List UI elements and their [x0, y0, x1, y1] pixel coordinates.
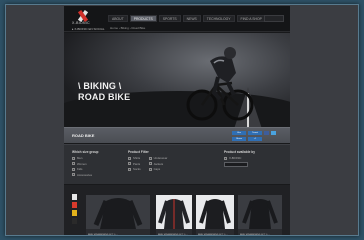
filter-head-product: Product Filter: [128, 150, 149, 154]
product-card[interactable]: BIKE SPHEREWIND JKT 1 › ◦: [156, 195, 192, 236]
option-label: Underwear: [153, 156, 168, 160]
product-grid: BIKE SPHEREWIND JKT 1 › ◦ BIKE SPHEREWIN…: [64, 185, 290, 236]
nav-item-sports[interactable]: SPORTS: [158, 15, 181, 22]
share-buttons: Like Tweet: [232, 131, 276, 135]
tweet-button[interactable]: Tweet: [248, 131, 262, 135]
filter-option[interactable]: Accessories: [72, 173, 98, 177]
filter-option[interactable]: Underwear: [148, 156, 168, 160]
product-caption: BIKE SPHEREWIND JKT 1 › ◦: [240, 234, 270, 236]
brand-name: X-BIONIC: [72, 21, 90, 25]
plus-one-button[interactable]: +1: [248, 137, 262, 141]
product-card[interactable]: BIKE SPHEREWIND JKT 1 › ◦: [86, 195, 150, 236]
like-button[interactable]: Like: [232, 131, 246, 135]
swatch-black[interactable]: [72, 218, 77, 224]
option-label: Accessories: [77, 172, 93, 177]
option-label: Kids: [77, 167, 83, 171]
checkbox[interactable]: [72, 156, 75, 160]
swatch-white[interactable]: [72, 194, 77, 200]
checkbox[interactable]: [72, 173, 75, 176]
hero-title-line2: ROAD BIKE: [78, 92, 131, 102]
filter-option[interactable]: Caps: [148, 167, 168, 171]
nav-item-products[interactable]: PRODUCTS: [129, 15, 157, 22]
category-bar: ROAD BIKE Like Tweet Share +1: [64, 127, 290, 143]
nav-item-news[interactable]: NEWS: [182, 15, 201, 22]
option-label: Women: [77, 161, 87, 166]
checkbox[interactable]: [128, 162, 131, 165]
jacket-image: [156, 195, 192, 229]
twitter-icon[interactable]: [271, 131, 276, 135]
social-link[interactable]: ▸ X-BIONIC EN SOCIAL: [72, 27, 105, 31]
filter-col-availability: Product available by X-BIONIC: [224, 150, 255, 167]
option-label: Caps: [153, 167, 161, 171]
checkbox[interactable]: [148, 167, 152, 171]
filter-option[interactable]: Shirts: [128, 156, 141, 160]
checkbox[interactable]: [128, 156, 131, 160]
share-buttons-row2: Share +1: [232, 137, 262, 141]
filter-head-availability: Product available by: [224, 150, 256, 154]
filter-panel: Which size group Men Women Kids Accessor…: [64, 144, 290, 184]
checkbox[interactable]: [72, 162, 75, 165]
checkbox[interactable]: [148, 156, 152, 160]
filter-col-product: Product Filter Shirts Pants Socks Underw…: [128, 150, 167, 173]
filter-option[interactable]: Kids: [72, 167, 98, 171]
nav-item-find-shop[interactable]: FIND A SHOP: [236, 15, 266, 22]
filter-option[interactable]: Socks: [128, 167, 141, 171]
brand-logo[interactable]: X-BIONIC: [72, 9, 102, 28]
filter-option[interactable]: Women: [72, 162, 98, 166]
product-card[interactable]: BIKE SPHEREWIND JKT 1 › ◦: [238, 195, 282, 236]
x-logo-icon: [75, 9, 93, 23]
jacket-image: [238, 195, 282, 229]
webpage: X-BIONIC ▸ X-BIONIC EN SOCIAL ABOUT PROD…: [64, 6, 290, 236]
availability-select[interactable]: [224, 162, 248, 167]
option-label: Men: [77, 156, 83, 160]
filter-option[interactable]: X-BIONIC: [224, 156, 255, 160]
cyclist-image: [186, 47, 254, 121]
swatch-red[interactable]: [72, 202, 77, 208]
screen-frame: X-BIONIC ▸ X-BIONIC EN SOCIAL ABOUT PROD…: [5, 4, 359, 236]
nav-item-technology[interactable]: TECHNOLOGY: [202, 15, 235, 22]
hero-banner: \ BIKING \ ROAD BIKE: [64, 33, 290, 127]
filter-head-size: Which size group: [72, 150, 99, 154]
option-label: Shirts: [133, 156, 141, 160]
checkbox[interactable]: [148, 162, 152, 165]
product-card[interactable]: BIKE SPHEREWIND JKT 1 › ◦: [196, 195, 234, 236]
nav-item-about[interactable]: ABOUT: [108, 15, 128, 22]
top-bar: X-BIONIC ▸ X-BIONIC EN SOCIAL ABOUT PROD…: [64, 6, 290, 32]
product-caption: BIKE SPHEREWIND JKT 1 › ◦: [158, 234, 188, 236]
filter-option[interactable]: Pants: [128, 162, 141, 166]
jacket-image: [196, 195, 234, 229]
option-label: Socks: [133, 167, 141, 171]
hero-title: \ BIKING \ ROAD BIKE: [78, 81, 130, 103]
checkbox[interactable]: [72, 167, 75, 171]
filter-option[interactable]: Men: [72, 156, 98, 160]
share-button[interactable]: Share: [232, 137, 246, 141]
product-caption: BIKE SPHEREWIND JKT 1 › ◦: [88, 234, 118, 236]
hero-title-line1: \ BIKING \: [78, 81, 122, 91]
swatch-yellow[interactable]: [72, 210, 77, 216]
breadcrumb: Home › Biking › Road Bike: [110, 26, 146, 30]
filter-option[interactable]: Jackets: [148, 161, 168, 166]
facebook-icon[interactable]: [264, 131, 269, 135]
search-input[interactable]: [264, 15, 284, 22]
checkbox[interactable]: [128, 167, 131, 171]
option-label: Pants: [133, 161, 141, 166]
jacket-image: [86, 195, 150, 229]
option-label: Jackets: [153, 161, 164, 166]
filter-col-size: Which size group Men Women Kids Accessor…: [72, 150, 98, 178]
color-swatches: [72, 194, 77, 226]
category-label: ROAD BIKE: [72, 133, 95, 138]
product-caption: BIKE SPHEREWIND JKT 1 › ◦: [198, 234, 228, 236]
option-label: X-BIONIC: [229, 156, 242, 160]
checkbox[interactable]: [224, 156, 227, 160]
main-nav: ABOUT PRODUCTS SPORTS NEWS TECHNOLOGY FI…: [108, 15, 266, 22]
